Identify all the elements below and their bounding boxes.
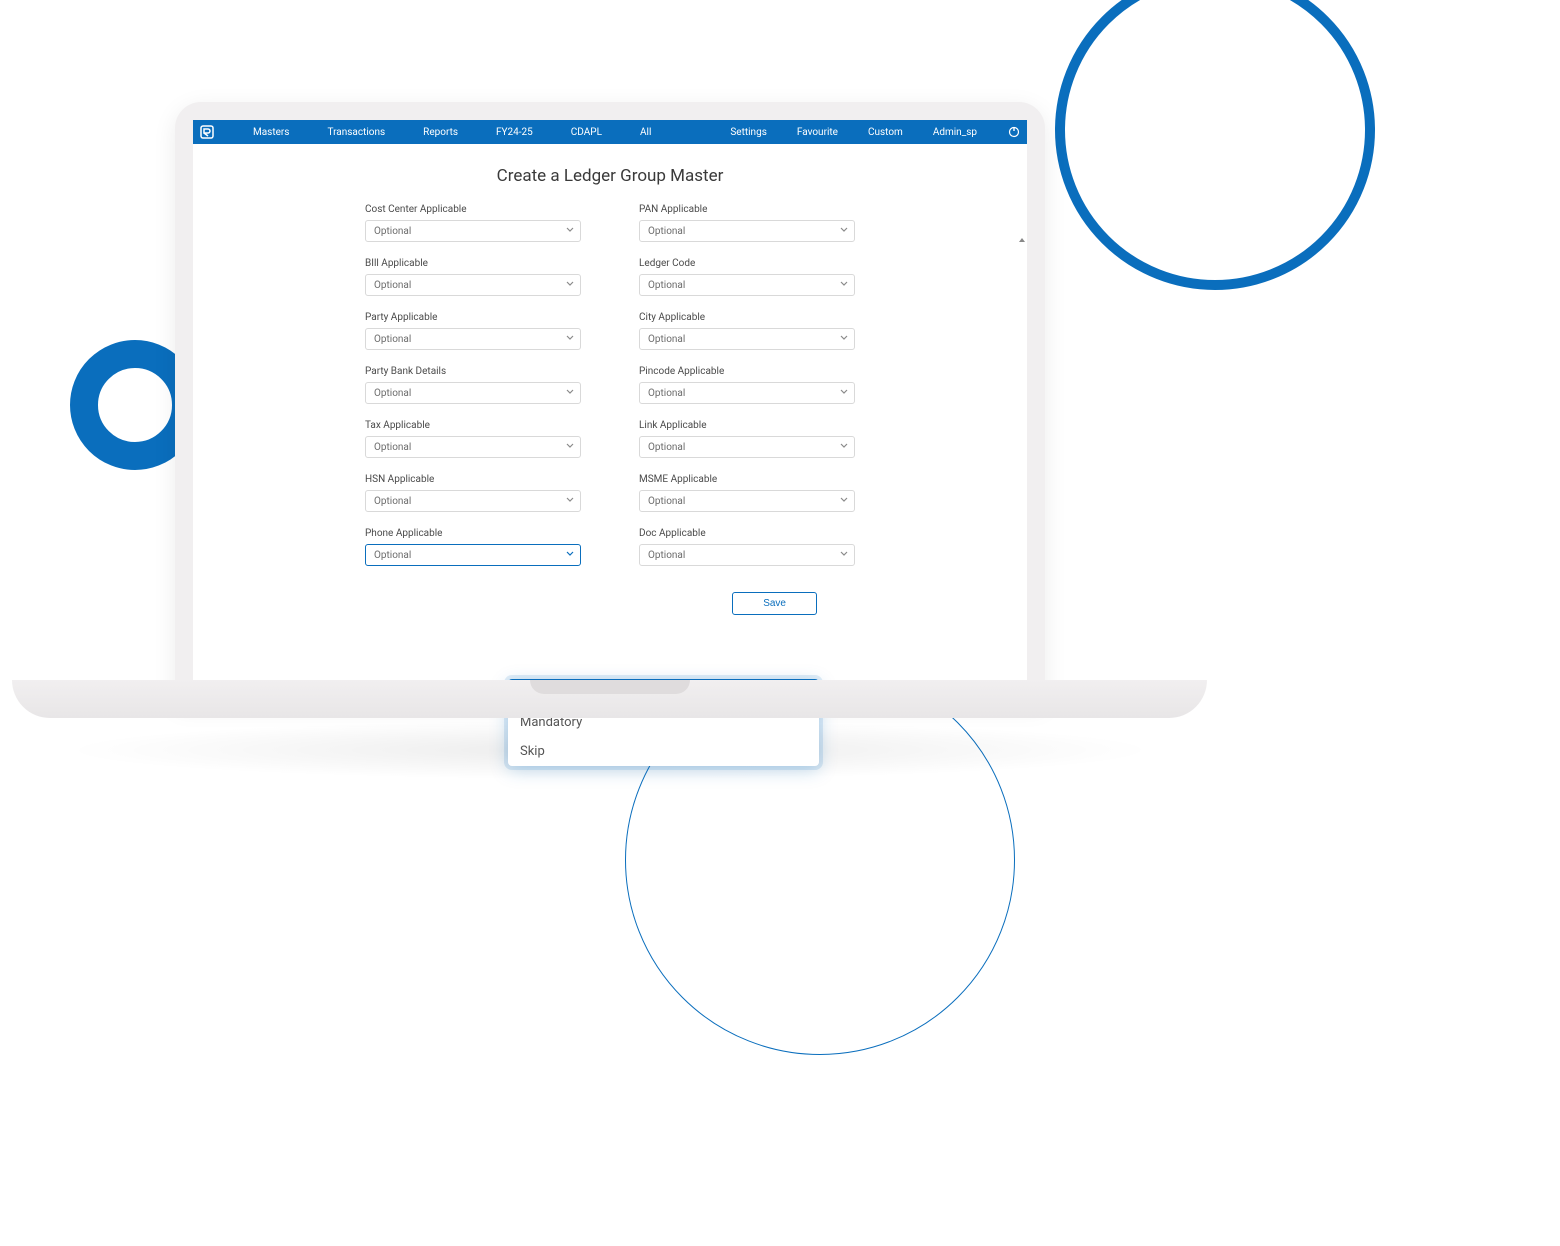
select-city-applicable[interactable]: Optional	[639, 328, 855, 350]
select-doc-applicable[interactable]: Optional	[639, 544, 855, 566]
chevron-down-icon	[840, 442, 848, 453]
field-right-4: Link Applicable Optional	[639, 420, 855, 458]
menu-custom[interactable]: Custom	[868, 127, 903, 138]
select-value: Optional	[648, 550, 685, 561]
field-label: Tax Applicable	[365, 420, 581, 431]
field-label: Phone Applicable	[365, 528, 581, 539]
nav-left: Masters Transactions Reports FY24-25 CDA…	[253, 127, 651, 138]
select-value: Optional	[374, 496, 411, 507]
field-left-1: BIll Applicable Optional	[365, 258, 581, 296]
field-label: Doc Applicable	[639, 528, 855, 539]
select-value: Optional	[374, 226, 411, 237]
select-value: Optional	[374, 280, 411, 291]
menu-settings[interactable]: Settings	[730, 127, 767, 138]
laptop-notch	[530, 680, 690, 694]
decorative-circle-top	[1055, 0, 1375, 290]
chevron-down-icon	[566, 442, 574, 453]
field-label: BIll Applicable	[365, 258, 581, 269]
select-value: Optional	[648, 334, 685, 345]
select-msme-applicable[interactable]: Optional	[639, 490, 855, 512]
chevron-down-icon	[566, 388, 574, 399]
form-col-left: Cost Center ApplicableOptionalBIll Appli…	[365, 204, 581, 582]
select-value: Optional	[648, 496, 685, 507]
select-party-bank-details[interactable]: Optional	[365, 382, 581, 404]
chevron-down-icon	[840, 226, 848, 237]
select-ledger-code[interactable]: Optional	[639, 274, 855, 296]
nav-right: Settings Favourite Custom Admin_sp	[730, 125, 1021, 139]
menu-user[interactable]: Admin_sp	[933, 127, 977, 138]
power-icon[interactable]	[1007, 125, 1021, 139]
field-label: PAN Applicable	[639, 204, 855, 215]
menu-reports[interactable]: Reports	[423, 127, 458, 138]
field-label: Cost Center Applicable	[365, 204, 581, 215]
field-label: HSN Applicable	[365, 474, 581, 485]
select-party-applicable[interactable]: Optional	[365, 328, 581, 350]
select-value: Optional	[374, 388, 411, 399]
select-tax-applicable[interactable]: Optional	[365, 436, 581, 458]
field-label: Party Applicable	[365, 312, 581, 323]
field-left-5: HSN Applicable Optional	[365, 474, 581, 512]
select-pincode-applicable[interactable]: Optional	[639, 382, 855, 404]
chevron-down-icon	[840, 334, 848, 345]
chevron-down-icon	[840, 496, 848, 507]
chevron-down-icon	[840, 388, 848, 399]
laptop-frame: Masters Transactions Reports FY24-25 CDA…	[175, 102, 1045, 702]
save-row: Save	[193, 592, 1027, 615]
save-button[interactable]: Save	[732, 592, 817, 615]
topbar: Masters Transactions Reports FY24-25 CDA…	[193, 120, 1027, 144]
field-left-4: Tax Applicable Optional	[365, 420, 581, 458]
field-label: Pincode Applicable	[639, 366, 855, 377]
field-right-2: City Applicable Optional	[639, 312, 855, 350]
chevron-down-icon	[840, 550, 848, 561]
app-screen: Masters Transactions Reports FY24-25 CDA…	[193, 120, 1027, 702]
select-value: Optional	[648, 442, 685, 453]
field-label: Party Bank Details	[365, 366, 581, 377]
select-link-applicable[interactable]: Optional	[639, 436, 855, 458]
chevron-down-icon	[566, 550, 574, 561]
scrollbar[interactable]	[1019, 238, 1025, 574]
field-label: Link Applicable	[639, 420, 855, 431]
select-cost-center-applicable[interactable]: Optional	[365, 220, 581, 242]
field-right-3: Pincode Applicable Optional	[639, 366, 855, 404]
select-hsn-applicable[interactable]: Optional	[365, 490, 581, 512]
menu-masters[interactable]: Masters	[253, 127, 289, 138]
menu-favourite[interactable]: Favourite	[797, 127, 838, 138]
field-label: Ledger Code	[639, 258, 855, 269]
field-left-6: Phone Applicable Optional	[365, 528, 581, 566]
select-bill-applicable[interactable]: Optional	[365, 274, 581, 296]
field-left-3: Party Bank Details Optional	[365, 366, 581, 404]
chevron-down-icon	[566, 334, 574, 345]
field-label: City Applicable	[639, 312, 855, 323]
chevron-down-icon	[566, 226, 574, 237]
page-title: Create a Ledger Group Master	[193, 144, 1027, 204]
chevron-down-icon	[840, 280, 848, 291]
select-value: Optional	[648, 226, 685, 237]
field-left-2: Party Applicable Optional	[365, 312, 581, 350]
menu-all[interactable]: All	[640, 127, 651, 138]
select-value: Optional	[648, 388, 685, 399]
menu-company[interactable]: CDAPL	[571, 127, 602, 138]
menu-transactions[interactable]: Transactions	[327, 127, 385, 138]
form-col-right: PAN Applicable Optional Ledger Code Optiona…	[639, 204, 855, 582]
app-logo-icon[interactable]	[199, 124, 215, 140]
field-right-1: Ledger Code Optional	[639, 258, 855, 296]
chevron-down-icon	[566, 496, 574, 507]
scroll-up-arrow-icon[interactable]	[1019, 238, 1025, 242]
select-phone-applicable[interactable]: Optional	[365, 544, 581, 566]
select-value: Optional	[648, 280, 685, 291]
select-value: Optional	[374, 442, 411, 453]
form-area: Cost Center ApplicableOptionalBIll Appli…	[193, 204, 1027, 582]
select-value: Optional	[374, 334, 411, 345]
field-right-5: MSME Applicable Optional	[639, 474, 855, 512]
field-right-6: Doc Applicable Optional	[639, 528, 855, 566]
field-left-0: Cost Center Applicable Optional	[365, 204, 581, 242]
menu-fy[interactable]: FY24-25	[496, 127, 533, 138]
chevron-down-icon	[566, 280, 574, 291]
select-pan-applicable[interactable]: Optional	[639, 220, 855, 242]
field-right-0: PAN Applicable Optional	[639, 204, 855, 242]
dropdown-option-skip[interactable]: Skip	[508, 737, 819, 766]
field-label: MSME Applicable	[639, 474, 855, 485]
select-value: Optional	[374, 550, 411, 561]
